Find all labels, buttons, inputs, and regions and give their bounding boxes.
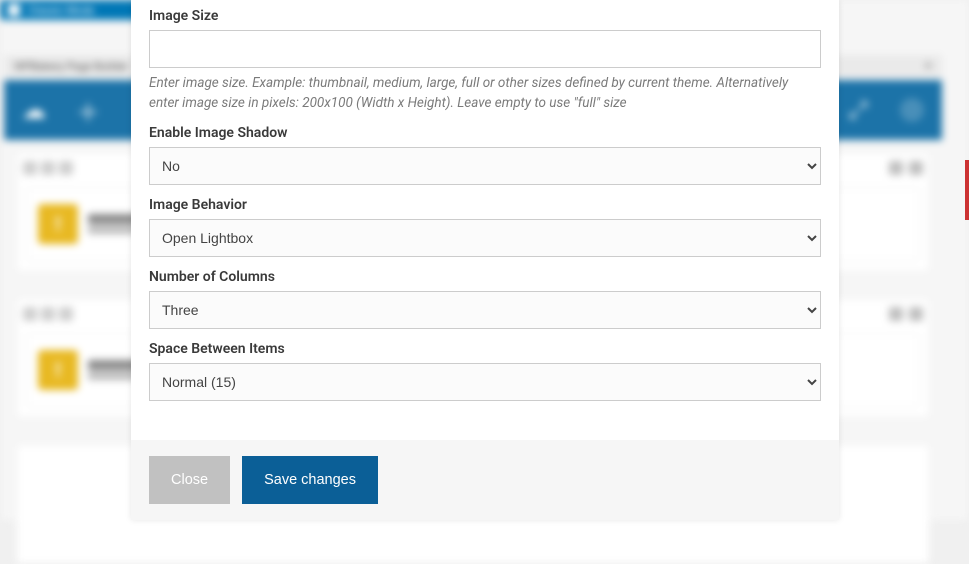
modal-body: Image Size Enter image size. Example: th…: [131, 0, 839, 440]
select-columns[interactable]: Three: [149, 291, 821, 329]
field-columns: Number of Columns Three: [149, 269, 821, 329]
label-spacing: Space Between Items: [149, 341, 821, 357]
modal-footer: Close Save changes: [131, 440, 839, 520]
field-image-size: Image Size Enter image size. Example: th…: [149, 8, 821, 113]
field-spacing: Space Between Items Normal (15): [149, 341, 821, 401]
plus-icon: ＋: [76, 98, 100, 122]
input-image-size[interactable]: [149, 30, 821, 68]
label-columns: Number of Columns: [149, 269, 821, 285]
select-image-behavior[interactable]: Open Lightbox: [149, 219, 821, 257]
gear-icon: [900, 98, 924, 122]
help-image-size: Enter image size. Example: thumbnail, me…: [149, 74, 821, 113]
label-image-behavior: Image Behavior: [149, 197, 821, 213]
close-button[interactable]: Close: [149, 456, 230, 504]
select-spacing[interactable]: Normal (15): [149, 363, 821, 401]
label-image-size: Image Size: [149, 8, 821, 24]
expand-icon: ⤢: [846, 98, 870, 122]
label-enable-shadow: Enable Image Shadow: [149, 125, 821, 141]
field-image-behavior: Image Behavior Open Lightbox: [149, 197, 821, 257]
select-enable-shadow[interactable]: No: [149, 147, 821, 185]
settings-modal: Image Size Enter image size. Example: th…: [131, 0, 839, 520]
field-enable-shadow: Enable Image Shadow No: [149, 125, 821, 185]
save-changes-button[interactable]: Save changes: [242, 456, 378, 504]
cloud-icon: ☁: [22, 98, 46, 122]
element-icon: !: [38, 204, 78, 244]
right-edge-accent: [965, 160, 969, 220]
element-icon: !: [38, 350, 78, 390]
